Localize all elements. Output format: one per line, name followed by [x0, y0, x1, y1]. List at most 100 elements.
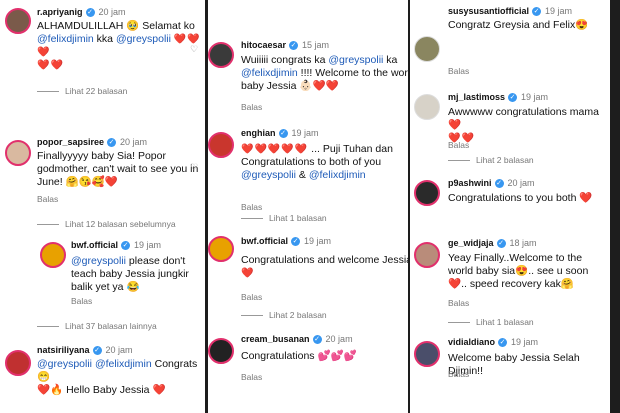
username[interactable]: mj_lastimoss: [448, 92, 505, 102]
timestamp: 20 jam: [120, 137, 148, 147]
comment-text: Congratz Greysia and Felix😍: [448, 19, 589, 31]
avatar[interactable]: [5, 8, 31, 34]
username[interactable]: p9ashwini: [448, 178, 492, 188]
verified-icon: ✓: [107, 138, 117, 148]
username[interactable]: r.apriyanig: [37, 7, 83, 17]
username[interactable]: natsiriliyana: [37, 345, 90, 355]
comment-panel-1: r.apriyanig ✓ 20 jam ALHAMDULILLAH 🥹 Selam…: [0, 0, 205, 413]
avatar[interactable]: [414, 94, 440, 120]
reply-link[interactable]: Balas: [448, 369, 469, 379]
avatar[interactable]: [5, 350, 31, 376]
comment-text: Yeay Finally..Welcome to the world baby …: [448, 252, 589, 290]
comment-item: bwf.official ✓ 19 jam @greyspolii please d…: [0, 236, 205, 312]
avatar[interactable]: [40, 242, 66, 268]
timestamp: 15 jam: [302, 40, 330, 50]
mention-link[interactable]: @greyspolii: [241, 169, 296, 181]
mention-link[interactable]: @felixdjimin: [95, 358, 152, 370]
mention-link[interactable]: @greyspolii: [37, 358, 92, 370]
mention-link[interactable]: @greyspolii: [71, 255, 126, 267]
verified-icon: ✓: [92, 346, 102, 356]
mention-link[interactable]: @greyspolii: [328, 54, 383, 66]
username[interactable]: cream_busanan: [241, 334, 310, 344]
username[interactable]: popor_sapsiree: [37, 137, 104, 147]
timestamp: 19 jam: [511, 337, 539, 347]
comment-item: bwf.official ✓ 19 jam Congratulations and …: [208, 232, 408, 308]
verified-icon: ✓: [121, 241, 130, 251]
username[interactable]: hitocaesar: [241, 40, 286, 50]
reply-link[interactable]: Balas: [241, 372, 262, 382]
comment-text: ALHAMDULILLAH 🥹 Selamat ko @felixdjimin …: [37, 20, 201, 71]
mention-link[interactable]: @felixdjimin: [37, 33, 94, 45]
verified-icon: ✓: [85, 8, 95, 18]
comment-item: popor_sapsiree ✓ 20 jam Finallyyyyy baby S…: [0, 132, 205, 212]
timestamp: 19 jam: [521, 92, 549, 102]
avatar[interactable]: [208, 132, 234, 158]
comment-item: vidialdiano ✓ 19 jam Welcome baby Jessia S…: [410, 333, 610, 403]
avatar[interactable]: [414, 341, 440, 367]
mention-link[interactable]: @felixdjimin: [241, 67, 298, 79]
timestamp: 18 jam: [509, 238, 537, 248]
mention-link[interactable]: @felixdjimin: [309, 169, 366, 181]
reply-link[interactable]: Balas: [37, 194, 58, 204]
reply-link[interactable]: Balas: [241, 202, 262, 212]
heart-icon[interactable]: ♡: [190, 162, 199, 172]
comment-item: enghian ✓ 19 jam ❤️❤️❤️❤️❤️ ... Puji Tuhan…: [208, 124, 408, 220]
timestamp: 20 jam: [98, 7, 126, 17]
comment-item: susysusantiofficial ✓ 19 jam Congratz Grey…: [410, 2, 610, 78]
avatar[interactable]: [208, 236, 234, 262]
comment-text: Wuiiiii congrats ka @greyspolii ka @feli…: [241, 54, 408, 92]
reply-link[interactable]: Balas: [448, 140, 469, 150]
comment-item: cream_busanan ✓ 20 jam Congratulations 💕💕💕…: [208, 330, 408, 400]
view-replies-link[interactable]: Lihat 2 balasan: [448, 155, 534, 165]
username[interactable]: susysusantiofficial: [448, 6, 529, 16]
avatar[interactable]: [414, 36, 440, 62]
view-replies-link[interactable]: Lihat 12 balasan sebelumnya: [37, 219, 176, 229]
comment-text: Congratulations and welcome Jessia ❤️: [241, 254, 408, 279]
avatar[interactable]: [208, 338, 234, 364]
comment-item: natsiriliyana ✓ 20 jam @greyspolii @felixd…: [0, 342, 205, 413]
avatar[interactable]: [414, 180, 440, 206]
timestamp: 20 jam: [105, 345, 133, 355]
mention-link[interactable]: @greyspolii: [116, 33, 171, 45]
comment-text: Congratulations 💕💕💕: [241, 350, 357, 362]
comment-text: @greyspolii @felixdjimin Congrats 😁 ❤️🔥 …: [37, 358, 198, 396]
username[interactable]: ge_widjaja: [448, 238, 494, 248]
view-replies-link[interactable]: Lihat 37 balasan lainnya: [37, 321, 157, 331]
verified-icon: ✓: [291, 237, 300, 247]
avatar[interactable]: [5, 140, 31, 166]
username[interactable]: vidialdiano: [448, 337, 495, 347]
view-replies-link[interactable]: Lihat 2 balasan: [241, 310, 327, 320]
verified-icon: ✓: [312, 335, 322, 345]
username[interactable]: enghian: [241, 128, 276, 138]
comment-text: Congratulations to you both ❤️: [448, 192, 593, 204]
verified-icon: ✓: [494, 179, 504, 189]
comment-text: Welcome baby Jessia Selah Djimin!!: [448, 352, 580, 377]
reply-link[interactable]: Balas: [71, 296, 92, 306]
view-replies-link[interactable]: Lihat 22 balasan: [37, 86, 127, 96]
heart-icon[interactable]: ♡: [190, 44, 199, 54]
comment-item: hitocaesar ✓ 15 jam Wuiiiii congrats ka @g…: [208, 36, 408, 116]
timestamp: 19 jam: [291, 128, 319, 138]
reply-link[interactable]: Balas: [241, 292, 262, 302]
reply-link[interactable]: Balas: [241, 102, 262, 112]
username[interactable]: bwf.official: [71, 240, 118, 250]
view-replies-link[interactable]: Lihat 1 balasan: [241, 213, 327, 223]
comment-item: p9ashwini ✓ 20 jam Congratulations to you …: [410, 172, 610, 232]
timestamp: 19 jam: [304, 236, 332, 246]
timestamp: 19 jam: [545, 6, 573, 16]
screenshot-frame: r.apriyanig ✓ 20 jam ALHAMDULILLAH 🥹 Selam…: [0, 0, 620, 413]
comment-text: @greyspolii please don't teach baby Jess…: [71, 255, 189, 293]
comment-text: ❤️❤️❤️❤️❤️ ... Puji Tuhan dan Congratula…: [241, 143, 393, 181]
verified-icon: ✓: [498, 338, 508, 348]
timestamp: 20 jam: [507, 178, 535, 188]
avatar[interactable]: [414, 242, 440, 268]
comment-text: Awwwww congratulations mama ❤️ ❤️❤️: [448, 106, 599, 144]
reply-link[interactable]: Balas: [448, 298, 469, 308]
avatar[interactable]: [208, 42, 234, 68]
verified-icon: ✓: [508, 93, 518, 103]
view-replies-link[interactable]: Lihat 1 balasan: [448, 317, 534, 327]
reply-link[interactable]: Balas: [448, 66, 469, 76]
comment-panel-3: susysusantiofficial ✓ 19 jam Congratz Grey…: [410, 0, 610, 413]
comment-text: Finallyyyyy baby Sia! Popor godmother, c…: [37, 150, 199, 188]
username[interactable]: bwf.official: [241, 236, 288, 246]
